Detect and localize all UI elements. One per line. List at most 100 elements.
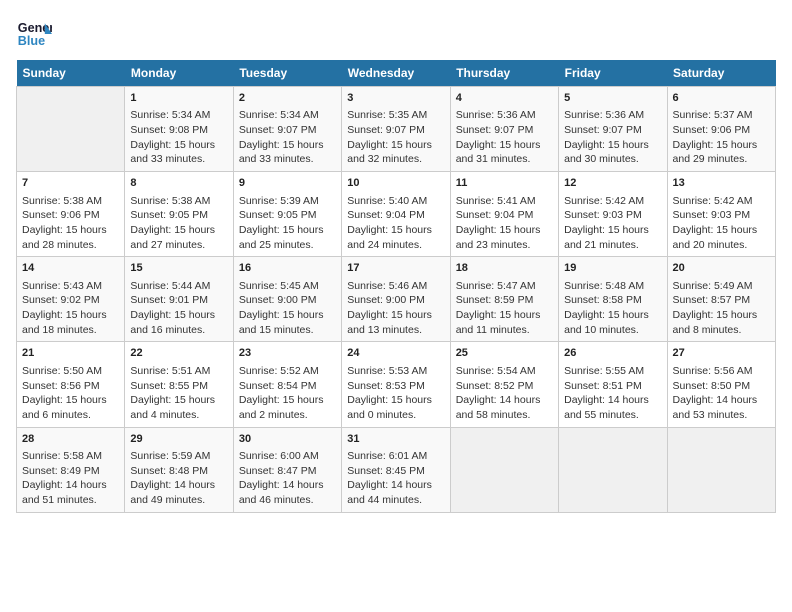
calendar-cell: 2Sunrise: 5:34 AM Sunset: 9:07 PM Daylig…	[233, 87, 341, 172]
calendar-cell: 12 Sunrise: 5:42 AM Sunset: 9:03 PM Dayli…	[559, 172, 667, 257]
day-number: 20	[673, 261, 770, 276]
day-number: 21	[22, 346, 119, 361]
col-header-friday: Friday	[559, 60, 667, 87]
col-header-sunday: Sunday	[17, 60, 125, 87]
calendar-cell: 22 Sunrise: 5:51 AM Sunset: 8:55 PM Dayli…	[125, 342, 233, 427]
day-info: Sunrise: 5:35 AM Sunset: 9:07 PM Dayligh…	[347, 108, 444, 167]
calendar-cell: 19 Sunrise: 5:48 AM Sunset: 8:58 PM Dayli…	[559, 257, 667, 342]
day-info: Sunrise: 5:38 AM Sunset: 9:05 PM Dayligh…	[130, 194, 227, 253]
day-info: Sunrise: 5:55 AM Sunset: 8:51 PM Dayligh…	[564, 364, 661, 423]
day-info: Sunrise: 5:52 AM Sunset: 8:54 PM Dayligh…	[239, 364, 336, 423]
calendar-cell: 25 Sunrise: 5:54 AM Sunset: 8:52 PM Dayli…	[450, 342, 558, 427]
day-number: 10	[347, 176, 444, 191]
calendar-cell: 18 Sunrise: 5:47 AM Sunset: 8:59 PM Dayli…	[450, 257, 558, 342]
svg-text:Blue: Blue	[18, 34, 45, 48]
day-info: Sunrise: 5:50 AM Sunset: 8:56 PM Dayligh…	[22, 364, 119, 423]
calendar-cell: 10 Sunrise: 5:40 AM Sunset: 9:04 PM Dayli…	[342, 172, 450, 257]
day-number: 13	[673, 176, 770, 191]
day-number: 15	[130, 261, 227, 276]
day-info: Sunrise: 5:44 AM Sunset: 9:01 PM Dayligh…	[130, 279, 227, 338]
day-info: Sunrise: 5:51 AM Sunset: 8:55 PM Dayligh…	[130, 364, 227, 423]
day-info: Sunrise: 5:38 AM Sunset: 9:06 PM Dayligh…	[22, 194, 119, 253]
day-info: Sunrise: 5:56 AM Sunset: 8:50 PM Dayligh…	[673, 364, 770, 423]
day-info: Sunrise: 5:45 AM Sunset: 9:00 PM Dayligh…	[239, 279, 336, 338]
day-info: Sunrise: 5:37 AM Sunset: 9:06 PM Dayligh…	[673, 108, 770, 167]
calendar-cell	[17, 87, 125, 172]
calendar-table: SundayMondayTuesdayWednesdayThursdayFrid…	[16, 60, 776, 513]
calendar-cell: 15 Sunrise: 5:44 AM Sunset: 9:01 PM Dayli…	[125, 257, 233, 342]
day-number: 3	[347, 91, 444, 106]
logo: General Blue	[16, 16, 52, 52]
day-number: 31	[347, 432, 444, 447]
day-info: Sunrise: 5:42 AM Sunset: 9:03 PM Dayligh…	[673, 194, 770, 253]
day-number: 19	[564, 261, 661, 276]
calendar-cell: 1 Sunrise: 5:34 AM Sunset: 9:08 PM Daylig…	[125, 87, 233, 172]
day-number: 14	[22, 261, 119, 276]
day-info: Sunrise: 5:46 AM Sunset: 9:00 PM Dayligh…	[347, 279, 444, 338]
calendar-cell: 27 Sunrise: 5:56 AM Sunset: 8:50 PM Dayli…	[667, 342, 775, 427]
day-number: 25	[456, 346, 553, 361]
calendar-cell: 8 Sunrise: 5:38 AM Sunset: 9:05 PM Daylig…	[125, 172, 233, 257]
logo-icon: General Blue	[16, 16, 52, 52]
day-info: Sunrise: 5:48 AM Sunset: 8:58 PM Dayligh…	[564, 279, 661, 338]
calendar-cell: 23 Sunrise: 5:52 AM Sunset: 8:54 PM Dayli…	[233, 342, 341, 427]
day-number: 17	[347, 261, 444, 276]
day-number: 12	[564, 176, 661, 191]
day-info: Sunrise: 5:54 AM Sunset: 8:52 PM Dayligh…	[456, 364, 553, 423]
col-header-thursday: Thursday	[450, 60, 558, 87]
day-number: 22	[130, 346, 227, 361]
day-number: 8	[130, 176, 227, 191]
calendar-cell: 26 Sunrise: 5:55 AM Sunset: 8:51 PM Dayli…	[559, 342, 667, 427]
col-header-monday: Monday	[125, 60, 233, 87]
calendar-cell: 21 Sunrise: 5:50 AM Sunset: 8:56 PM Dayli…	[17, 342, 125, 427]
calendar-cell: 13 Sunrise: 5:42 AM Sunset: 9:03 PM Dayli…	[667, 172, 775, 257]
calendar-cell: 29 Sunrise: 5:59 AM Sunset: 8:48 PM Dayli…	[125, 427, 233, 512]
day-info: Sunrise: 5:47 AM Sunset: 8:59 PM Dayligh…	[456, 279, 553, 338]
day-info: Sunrise: 5:42 AM Sunset: 9:03 PM Dayligh…	[564, 194, 661, 253]
col-header-tuesday: Tuesday	[233, 60, 341, 87]
page-header: General Blue	[16, 16, 776, 52]
day-number: 11	[456, 176, 553, 191]
day-number: 5	[564, 91, 661, 106]
day-number: 16	[239, 261, 336, 276]
day-number: 4	[456, 91, 553, 106]
day-number: 18	[456, 261, 553, 276]
day-info: Sunrise: 5:49 AM Sunset: 8:57 PM Dayligh…	[673, 279, 770, 338]
day-info: Sunrise: 6:01 AM Sunset: 8:45 PM Dayligh…	[347, 449, 444, 508]
calendar-cell: 7 Sunrise: 5:38 AM Sunset: 9:06 PM Daylig…	[17, 172, 125, 257]
day-info: Sunrise: 5:39 AM Sunset: 9:05 PM Dayligh…	[239, 194, 336, 253]
calendar-cell: 9 Sunrise: 5:39 AM Sunset: 9:05 PM Daylig…	[233, 172, 341, 257]
day-number: 23	[239, 346, 336, 361]
day-info: Sunrise: 5:36 AM Sunset: 9:07 PM Dayligh…	[564, 108, 661, 167]
day-info: Sunrise: 5:34 AM Sunset: 9:07 PM Dayligh…	[239, 108, 336, 167]
day-number: 30	[239, 432, 336, 447]
day-number: 27	[673, 346, 770, 361]
day-info: Sunrise: 5:36 AM Sunset: 9:07 PM Dayligh…	[456, 108, 553, 167]
calendar-cell: 14Sunrise: 5:43 AM Sunset: 9:02 PM Dayli…	[17, 257, 125, 342]
day-info: Sunrise: 6:00 AM Sunset: 8:47 PM Dayligh…	[239, 449, 336, 508]
day-info: Sunrise: 5:58 AM Sunset: 8:49 PM Dayligh…	[22, 449, 119, 508]
day-number: 1	[130, 91, 227, 106]
day-number: 29	[130, 432, 227, 447]
calendar-cell: 20 Sunrise: 5:49 AM Sunset: 8:57 PM Dayli…	[667, 257, 775, 342]
day-info: Sunrise: 5:59 AM Sunset: 8:48 PM Dayligh…	[130, 449, 227, 508]
day-number: 9	[239, 176, 336, 191]
calendar-cell: 16 Sunrise: 5:45 AM Sunset: 9:00 PM Dayli…	[233, 257, 341, 342]
calendar-cell: 3 Sunrise: 5:35 AM Sunset: 9:07 PM Daylig…	[342, 87, 450, 172]
calendar-cell	[450, 427, 558, 512]
calendar-cell: 11Sunrise: 5:41 AM Sunset: 9:04 PM Dayli…	[450, 172, 558, 257]
calendar-cell: 31 Sunrise: 6:01 AM Sunset: 8:45 PM Dayli…	[342, 427, 450, 512]
calendar-cell: 4 Sunrise: 5:36 AM Sunset: 9:07 PM Daylig…	[450, 87, 558, 172]
col-header-wednesday: Wednesday	[342, 60, 450, 87]
day-number: 26	[564, 346, 661, 361]
day-info: Sunrise: 5:40 AM Sunset: 9:04 PM Dayligh…	[347, 194, 444, 253]
calendar-cell: 6Sunrise: 5:37 AM Sunset: 9:06 PM Daylig…	[667, 87, 775, 172]
day-info: Sunrise: 5:53 AM Sunset: 8:53 PM Dayligh…	[347, 364, 444, 423]
day-info: Sunrise: 5:34 AM Sunset: 9:08 PM Dayligh…	[130, 108, 227, 167]
calendar-cell: 24 Sunrise: 5:53 AM Sunset: 8:53 PM Dayli…	[342, 342, 450, 427]
calendar-cell	[667, 427, 775, 512]
day-number: 7	[22, 176, 119, 191]
day-number: 24	[347, 346, 444, 361]
calendar-cell: 5 Sunrise: 5:36 AM Sunset: 9:07 PM Daylig…	[559, 87, 667, 172]
calendar-cell: 28Sunrise: 5:58 AM Sunset: 8:49 PM Dayli…	[17, 427, 125, 512]
